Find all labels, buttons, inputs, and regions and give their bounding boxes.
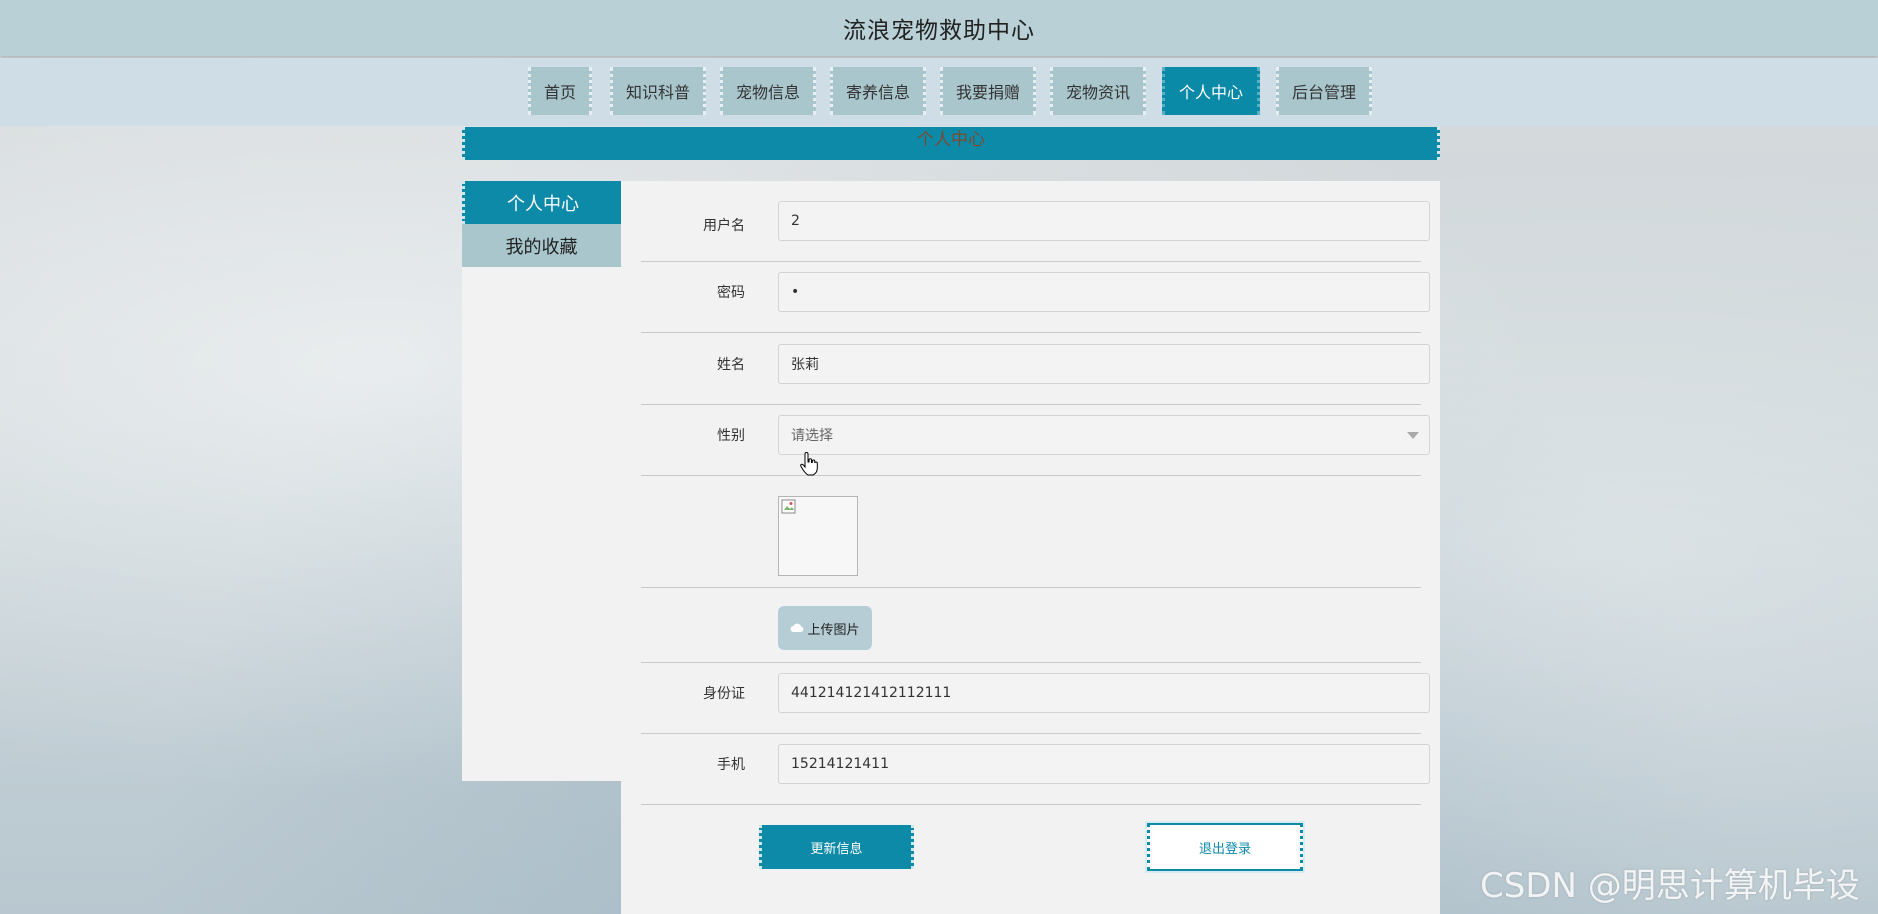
username-row: 用户名 2 — [641, 201, 1430, 262]
name-input[interactable]: 张莉 — [778, 344, 1430, 384]
password-label: 密码 — [717, 285, 745, 301]
id-card-label: 身份证 — [703, 686, 745, 702]
phone-value: 15214121411 — [791, 756, 889, 772]
nav-item-donate[interactable]: 我要捐赠 — [940, 67, 1036, 115]
name-value: 张莉 — [791, 357, 819, 373]
nav-item-admin[interactable]: 后台管理 — [1276, 67, 1372, 115]
nav-item-pet-news[interactable]: 宠物资讯 — [1050, 67, 1146, 115]
upload-button-label: 上传图片 — [807, 622, 860, 638]
sidebar-item-favorites[interactable]: 我的收藏 — [462, 224, 621, 267]
gender-label: 性别 — [717, 428, 745, 444]
id-card-input[interactable]: 441214121412112111 — [778, 673, 1430, 713]
gender-placeholder: 请选择 — [791, 428, 833, 444]
nav-item-home[interactable]: 首页 — [528, 67, 592, 115]
broken-image-icon — [781, 499, 796, 514]
chevron-down-icon — [1407, 432, 1419, 439]
name-label: 姓名 — [717, 357, 745, 373]
sidebar-item-personal-center[interactable]: 个人中心 — [462, 181, 621, 224]
avatar-row — [641, 476, 1421, 588]
username-label: 用户名 — [703, 218, 745, 234]
cloud-upload-icon — [790, 623, 804, 632]
id-card-row: 身份证 441214121412112111 — [641, 663, 1430, 734]
password-input[interactable]: • — [778, 272, 1430, 312]
password-value: • — [791, 284, 800, 300]
hand-cursor-icon — [800, 452, 818, 476]
main-nav: 首页 知识科普 宠物信息 寄养信息 我要捐赠 宠物资讯 个人中心 后台管理 — [0, 58, 1878, 126]
logout-button[interactable]: 退出登录 — [1147, 823, 1303, 871]
upload-image-button[interactable]: 上传图片 — [778, 606, 872, 650]
site-header: 流浪宠物救助中心 — [0, 0, 1878, 56]
section-title: 个人中心 — [917, 130, 985, 150]
sidebar: 个人中心 我的收藏 — [462, 181, 621, 781]
update-info-button[interactable]: 更新信息 — [759, 825, 914, 869]
upload-row: 上传图片 — [641, 588, 1421, 663]
username-value: 2 — [791, 213, 800, 229]
name-row: 姓名 张莉 — [641, 333, 1430, 405]
watermark: CSDN @明思计算机毕设 — [1480, 866, 1860, 906]
gender-select[interactable]: 请选择 — [778, 415, 1430, 455]
nav-item-personal-center[interactable]: 个人中心 — [1162, 67, 1260, 115]
nav-item-pet-info[interactable]: 宠物信息 — [720, 67, 816, 115]
username-input[interactable]: 2 — [778, 201, 1430, 241]
phone-input[interactable]: 15214121411 — [778, 744, 1430, 784]
password-row: 密码 • — [641, 262, 1430, 333]
site-title: 流浪宠物救助中心 — [843, 18, 1035, 44]
gender-row: 性别 请选择 — [641, 405, 1430, 476]
avatar-image — [778, 496, 858, 576]
phone-label: 手机 — [717, 757, 745, 773]
section-header: 个人中心 — [462, 127, 1440, 160]
id-card-value: 441214121412112111 — [791, 685, 952, 701]
phone-row: 手机 15214121411 — [641, 734, 1430, 805]
nav-item-knowledge[interactable]: 知识科普 — [610, 67, 706, 115]
nav-item-foster-info[interactable]: 寄养信息 — [830, 67, 926, 115]
profile-form-panel: 用户名 2 密码 • 姓名 张莉 性别 请选择 上传图片 身份证 4412141… — [621, 181, 1440, 914]
